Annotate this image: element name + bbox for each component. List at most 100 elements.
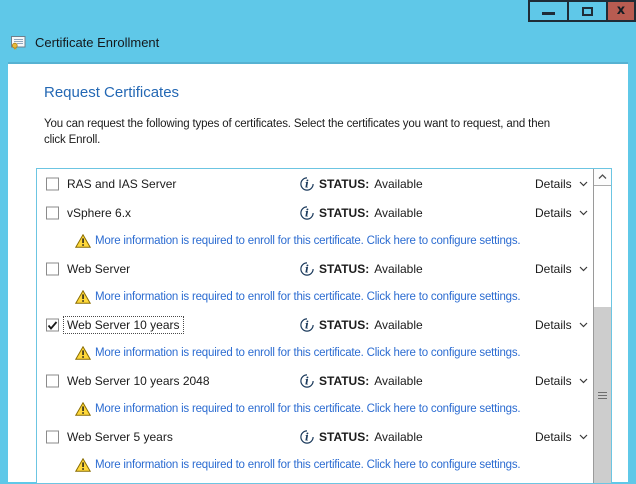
- certificate-checkbox[interactable]: [46, 375, 59, 388]
- chevron-down-icon: [579, 322, 588, 328]
- list-scrollbar[interactable]: [593, 169, 611, 483]
- details-button[interactable]: Details: [535, 177, 588, 191]
- warning-icon: [75, 290, 91, 304]
- status-value: Available: [374, 318, 422, 332]
- warning-link[interactable]: More information is required to enroll f…: [95, 347, 520, 359]
- details-label: Details: [535, 374, 572, 388]
- details-button[interactable]: Details: [535, 430, 588, 444]
- status-group: i STATUS: Available: [300, 262, 423, 276]
- certificate-warning-row: More information is required to enroll f…: [37, 451, 593, 479]
- certificate-row-main[interactable]: RAS and IAS Server i STATUS: Available D…: [37, 169, 593, 199]
- details-label: Details: [535, 262, 572, 276]
- certificate-warning-row: More information is required to enroll f…: [37, 227, 593, 255]
- dialog-panel: Request Certificates You can request the…: [8, 62, 628, 482]
- svg-text:i: i: [305, 209, 309, 220]
- details-label: Details: [535, 177, 572, 191]
- grip-lines-icon: [598, 395, 607, 396]
- info-icon: i: [300, 318, 314, 332]
- info-icon: i: [300, 374, 314, 388]
- status-label: STATUS:: [319, 318, 369, 332]
- certificate-checkbox[interactable]: [46, 207, 59, 220]
- status-value: Available: [374, 206, 422, 220]
- details-label: Details: [535, 206, 572, 220]
- details-button[interactable]: Details: [535, 374, 588, 388]
- titlebar: Certificate Enrollment: [10, 34, 159, 51]
- details-button[interactable]: Details: [535, 318, 588, 332]
- checkmark-icon: [47, 320, 58, 330]
- certificate-warning-row: More information is required to enroll f…: [37, 283, 593, 311]
- certificate-row-main[interactable]: Web Server 10 years 2048 i STATUS: Avail…: [37, 367, 593, 395]
- status-label: STATUS:: [319, 430, 369, 444]
- status-label: STATUS:: [319, 177, 369, 191]
- details-label: Details: [535, 318, 572, 332]
- status-value: Available: [374, 374, 422, 388]
- status-label: STATUS:: [319, 374, 369, 388]
- warning-link[interactable]: More information is required to enroll f…: [95, 403, 520, 415]
- description-line: click Enroll.: [44, 132, 550, 148]
- certificate-row: Web Server 10 years i STATUS: Available …: [37, 311, 593, 367]
- certificate-checkbox[interactable]: [46, 178, 59, 191]
- certificate-row: Web Server i STATUS: Available Details: [37, 255, 593, 311]
- certificate-row: RAS and IAS Server i STATUS: Available D…: [37, 169, 593, 199]
- certificate-list-items: RAS and IAS Server i STATUS: Available D…: [37, 169, 593, 483]
- status-group: i STATUS: Available: [300, 374, 423, 388]
- certificate-row-main[interactable]: Web Server i STATUS: Available Details: [37, 255, 593, 283]
- info-icon: i: [300, 206, 314, 220]
- details-button[interactable]: Details: [535, 262, 588, 276]
- certificate-list: RAS and IAS Server i STATUS: Available D…: [36, 168, 612, 484]
- chevron-down-icon: [579, 266, 588, 272]
- certificate-name-label[interactable]: Web Server 5 years: [64, 429, 176, 445]
- status-value: Available: [374, 262, 422, 276]
- close-button[interactable]: x: [606, 0, 636, 22]
- certificate-warning-row: More information is required to enroll f…: [37, 395, 593, 423]
- status-group: i STATUS: Available: [300, 318, 423, 332]
- maximize-button[interactable]: [567, 0, 608, 22]
- minimize-icon: [542, 12, 555, 15]
- certificate-warning-row: More information is required to enroll f…: [37, 339, 593, 367]
- details-label: Details: [535, 430, 572, 444]
- certificate-name-label[interactable]: RAS and IAS Server: [64, 176, 179, 192]
- details-button[interactable]: Details: [535, 206, 588, 220]
- svg-text:i: i: [305, 265, 309, 276]
- warning-link[interactable]: More information is required to enroll f…: [95, 235, 520, 247]
- certificate-name-label[interactable]: Web Server 10 years: [64, 317, 183, 333]
- maximize-icon: [582, 7, 593, 16]
- info-icon: i: [300, 262, 314, 276]
- info-icon: i: [300, 177, 314, 191]
- chevron-down-icon: [579, 434, 588, 440]
- certificate-row: Web Server 5 years i STATUS: Available D…: [37, 423, 593, 479]
- warning-icon: [75, 234, 91, 248]
- description-line: You can request the following types of c…: [44, 116, 550, 132]
- scroll-up-button[interactable]: [594, 169, 611, 186]
- window-title: Certificate Enrollment: [35, 35, 159, 50]
- info-icon: i: [300, 430, 314, 444]
- svg-text:i: i: [305, 377, 309, 388]
- certificate-row-main[interactable]: Web Server 5 years i STATUS: Available D…: [37, 423, 593, 451]
- scrollbar-thumb[interactable]: [594, 307, 611, 483]
- certificate-row-main[interactable]: Web Server 10 years i STATUS: Available …: [37, 311, 593, 339]
- chevron-down-icon: [579, 181, 588, 187]
- svg-text:i: i: [305, 321, 309, 332]
- status-value: Available: [374, 177, 422, 191]
- certificate-checkbox[interactable]: [46, 431, 59, 444]
- certificate-row: vSphere 6.x i STATUS: Available Details: [37, 199, 593, 255]
- certificate-checkbox[interactable]: [46, 319, 59, 332]
- certificate-name-label[interactable]: Web Server: [64, 261, 133, 277]
- svg-text:i: i: [305, 180, 309, 191]
- status-label: STATUS:: [319, 262, 369, 276]
- page-description: You can request the following types of c…: [44, 116, 550, 148]
- warning-icon: [75, 458, 91, 472]
- certificate-checkbox[interactable]: [46, 263, 59, 276]
- certificate-name-label[interactable]: vSphere 6.x: [64, 205, 134, 221]
- certificate-name-label[interactable]: Web Server 10 years 2048: [64, 373, 213, 389]
- window-controls: x: [528, 0, 636, 22]
- status-label: STATUS:: [319, 206, 369, 220]
- chevron-down-icon: [579, 210, 588, 216]
- minimize-button[interactable]: [528, 0, 569, 22]
- warning-link[interactable]: More information is required to enroll f…: [95, 459, 520, 471]
- page-title: Request Certificates: [44, 84, 179, 101]
- certificate-row-main[interactable]: vSphere 6.x i STATUS: Available Details: [37, 199, 593, 227]
- warning-link[interactable]: More information is required to enroll f…: [95, 291, 520, 303]
- svg-text:i: i: [305, 433, 309, 444]
- chevron-up-icon: [598, 174, 607, 180]
